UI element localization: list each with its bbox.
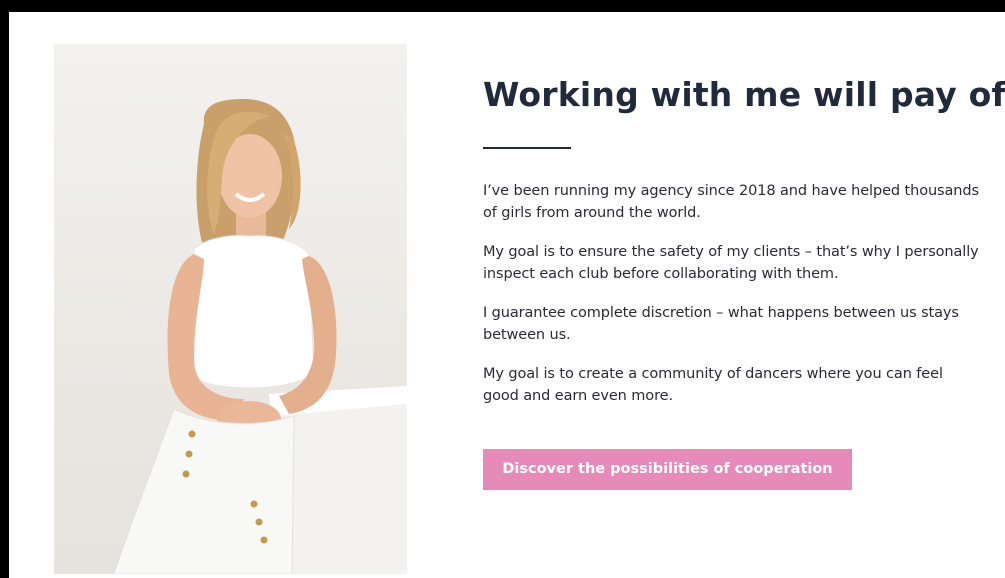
paragraph-safety: My goal is to ensure the safety of my cl… <box>483 244 979 282</box>
portrait-photo <box>54 44 407 574</box>
paragraph-community: My goal is to create a community of danc… <box>483 366 943 404</box>
page-section: Working with me will pay off! I’ve been … <box>9 12 1005 578</box>
paragraph-discretion: I guarantee complete discretion – what h… <box>483 305 959 343</box>
section-title: Working with me will pay off! <box>483 75 1005 114</box>
paragraph-experience: I’ve been running my agency since 2018 a… <box>483 183 979 221</box>
title-divider <box>483 147 571 149</box>
discover-cooperation-button[interactable]: Discover the possibilities of cooperatio… <box>483 449 852 490</box>
content-column: Working with me will pay off! I’ve been … <box>483 72 1005 490</box>
